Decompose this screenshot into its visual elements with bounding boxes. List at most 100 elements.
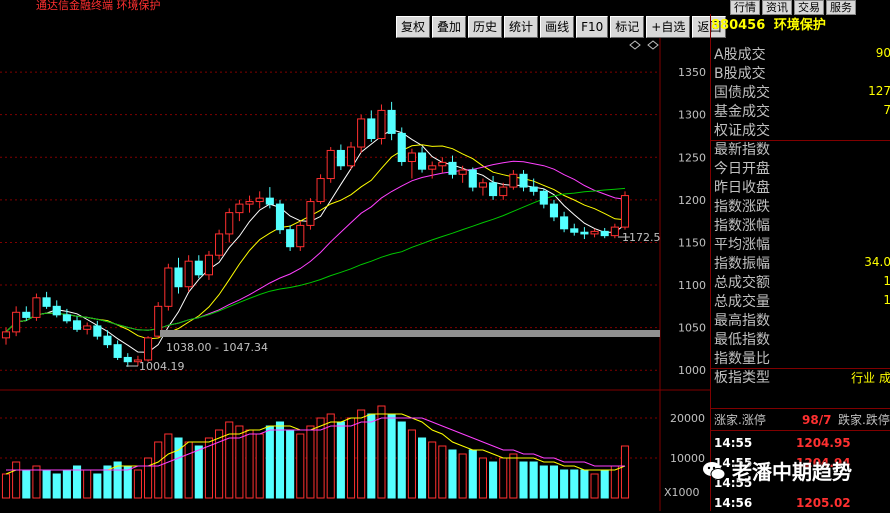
candle (215, 233, 224, 256)
candle (194, 260, 203, 276)
candle (509, 173, 518, 188)
rise-label: 涨家.涨停 (714, 413, 766, 427)
volume-bar (478, 457, 487, 499)
candle (12, 311, 21, 333)
nav-news[interactable]: 资讯 (762, 0, 792, 15)
candle (458, 169, 467, 175)
nav-quotes[interactable]: 行情 (730, 0, 760, 15)
volume-bar (570, 469, 579, 499)
candle (113, 344, 122, 358)
volume-bar (458, 453, 467, 499)
candle (52, 305, 61, 316)
candle (448, 161, 457, 175)
volume-bar (468, 449, 477, 499)
candle (62, 314, 71, 322)
info-value: 行业 成 (851, 371, 890, 385)
candle (560, 216, 569, 230)
info-row: 指数振幅 (714, 253, 770, 273)
f10-button[interactable]: F10 (576, 16, 609, 38)
info-label: 权证成交 (714, 123, 770, 139)
candle (83, 325, 92, 330)
mark-button[interactable]: 标记 (610, 16, 645, 38)
info-label: 指数涨幅 (714, 218, 770, 234)
range-label: 1038.00 - 1047.34 (166, 341, 268, 354)
volume-bar (620, 445, 630, 499)
statistics-button[interactable]: 统计 (504, 16, 539, 38)
volume-bar (93, 473, 102, 499)
volume-bar (62, 469, 71, 499)
candle (296, 224, 305, 248)
nav-trade[interactable]: 交易 (794, 0, 824, 15)
stock-header: 880456 环境保护 (711, 14, 890, 38)
volume-bar (428, 441, 437, 499)
overlay-button[interactable]: 叠加 (432, 16, 467, 38)
info-label: 总成交额 (714, 275, 770, 291)
volume-bar (407, 429, 416, 499)
volume-bar (580, 469, 589, 499)
candle (1, 331, 11, 339)
price-axis-label: 1200 (678, 194, 706, 207)
candle (144, 337, 153, 361)
info-value: 1 (883, 274, 890, 288)
info-label: A股成交 (714, 47, 766, 63)
info-row: 指数量比 (714, 348, 770, 368)
kline-chart[interactable]: 1038.00 - 1047.34 1004.19 1172.5 1350 130… (0, 38, 710, 511)
nav-service[interactable]: 服务 (826, 0, 856, 15)
info-row: A股成交 (714, 44, 766, 64)
restore-rights-button[interactable]: 复权 (396, 16, 431, 38)
candle (22, 311, 31, 318)
low-label: 1004.19 (139, 360, 185, 373)
info-label: 平均涨幅 (714, 237, 770, 253)
top-nav: 行情 资讯 交易 服务 (730, 0, 858, 15)
candle (377, 109, 386, 140)
volume-bar (286, 429, 295, 499)
candle (610, 226, 619, 237)
history-button[interactable]: 历史 (468, 16, 503, 38)
volume-bar (296, 433, 305, 499)
volume-bar (560, 469, 569, 499)
candle (245, 201, 254, 205)
info-row: 总成交额 (714, 272, 770, 292)
candle (570, 228, 579, 233)
volume-bar (123, 465, 132, 499)
candle (519, 173, 528, 188)
tick-time: 14:55 (714, 436, 753, 450)
candle (225, 212, 234, 235)
candle (103, 335, 112, 346)
info-row: 板指类型 (714, 367, 770, 387)
candle (123, 356, 132, 363)
divider (711, 408, 890, 409)
volume-bar (539, 465, 548, 499)
price-axis-label: 1100 (678, 279, 706, 292)
volume-bar (590, 473, 599, 499)
tick-time: 14:56 (714, 496, 753, 510)
volume-bar (600, 469, 609, 499)
candle (428, 165, 437, 170)
candle (417, 152, 427, 170)
tick-row: 14:55 1204.95 (714, 434, 890, 453)
info-row: 国债成交 (714, 82, 770, 102)
volume-bar (610, 465, 619, 499)
volume-axis-label: 10000 (670, 452, 705, 465)
volume-bar (336, 421, 345, 499)
candle (174, 267, 183, 288)
volume-bar (275, 421, 285, 499)
window-title: 通达信金融终端 环境保护 (36, 0, 161, 12)
draw-line-button[interactable]: 画线 (540, 16, 575, 38)
info-label: 指数振幅 (714, 256, 770, 272)
volume-bar (144, 457, 153, 499)
volume-bar (225, 421, 234, 499)
updown-row: 涨家.涨停 98/7 跌家.跌停 (714, 411, 890, 430)
tick-row: 14:56 1205.02 (714, 494, 890, 513)
candle (489, 182, 498, 197)
volume-bar (174, 437, 183, 499)
candle (580, 231, 589, 235)
add-watchlist-button[interactable]: +自选 (646, 16, 691, 38)
chat-bubble-icon (703, 461, 726, 480)
info-row: 平均涨幅 (714, 234, 770, 254)
candle (42, 297, 51, 307)
candle (590, 230, 599, 235)
info-row: 最高指数 (714, 310, 770, 330)
volume-axis-label: 20000 (670, 412, 705, 425)
candle (326, 149, 335, 180)
